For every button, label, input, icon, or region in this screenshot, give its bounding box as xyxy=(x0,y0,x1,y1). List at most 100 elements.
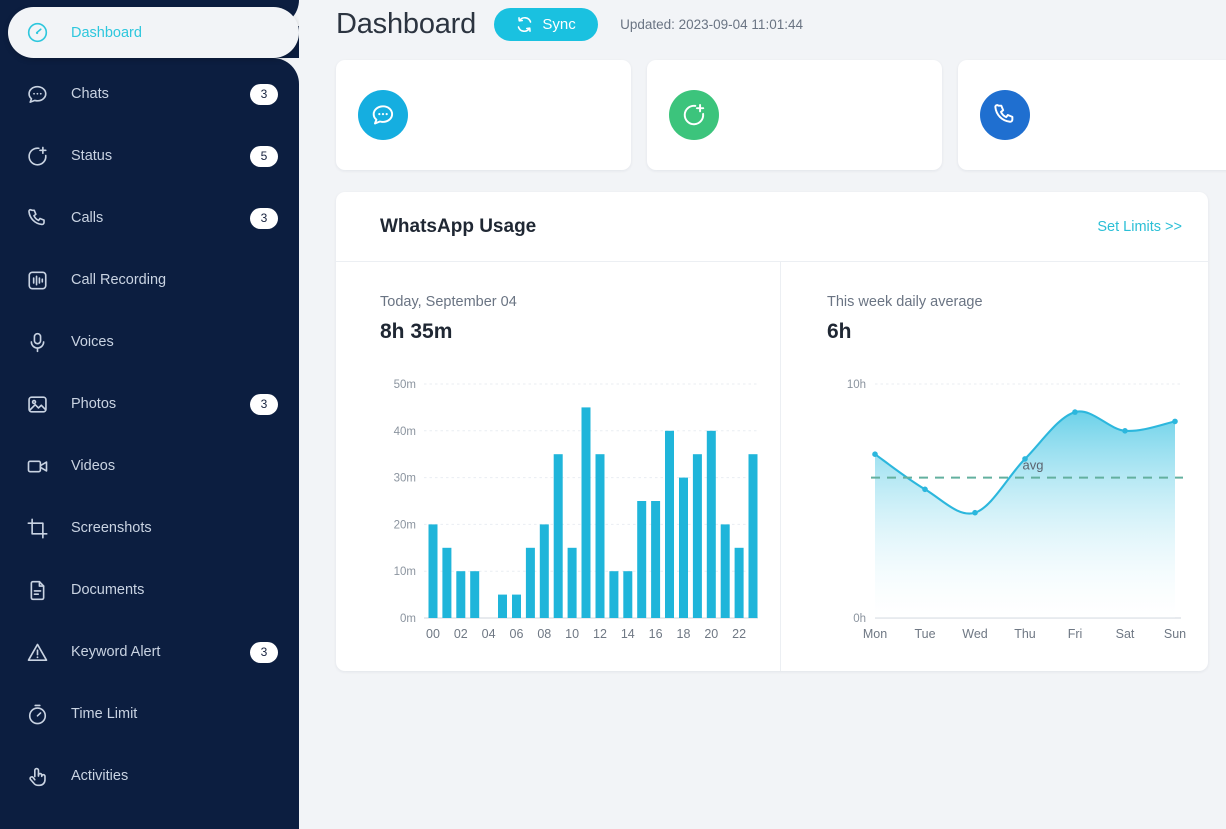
sidebar-item-voices[interactable]: Voices xyxy=(0,311,299,373)
sidebar-item-badge: 3 xyxy=(250,641,278,663)
stat-card-status[interactable] xyxy=(647,60,942,170)
legend-item-calls xyxy=(1097,666,1169,671)
svg-text:10h: 10h xyxy=(847,379,866,391)
sidebar-item-label: Documents xyxy=(71,582,145,598)
svg-text:30m: 30m xyxy=(394,473,416,485)
phone-icon xyxy=(980,90,1030,140)
svg-text:Sat: Sat xyxy=(1116,627,1135,641)
svg-text:10m: 10m xyxy=(394,566,416,578)
svg-text:0m: 0m xyxy=(400,613,416,625)
panel-body: Today, September 04 8h 35m 0m 10m 20m 30m 40… xyxy=(336,262,1208,671)
whatsapp-usage-panel: WhatsApp Usage Set Limits >> Today, Sept… xyxy=(336,192,1208,671)
refresh-icon xyxy=(516,16,533,33)
video-camera-icon xyxy=(24,453,50,479)
sidebar-item-label: Dashboard xyxy=(71,24,142,41)
topbar: Dashboard Sync Updated: 2023-09-04 11:01… xyxy=(336,0,1226,46)
status-plus-icon xyxy=(669,90,719,140)
svg-text:02: 02 xyxy=(454,627,468,641)
sync-button-label: Sync xyxy=(542,15,576,33)
sidebar-item-screenshots[interactable]: Screenshots xyxy=(0,497,299,559)
sidebar: Dashboard Chats 3 Status 5 Calls 3 Call Recordi… xyxy=(0,0,299,829)
status-plus-icon xyxy=(24,143,50,169)
legend-item-chats xyxy=(869,666,941,671)
sidebar-item-label: Call Recording xyxy=(71,272,167,288)
sidebar-item-call-recording[interactable]: Call Recording xyxy=(0,249,299,311)
week-caption: This week daily average xyxy=(827,294,983,310)
svg-text:06: 06 xyxy=(510,627,524,641)
svg-text:08: 08 xyxy=(537,627,551,641)
legend-item-status xyxy=(538,666,610,671)
document-icon xyxy=(24,577,50,603)
phone-icon xyxy=(24,205,50,231)
sidebar-nav: Dashboard Chats 3 Status 5 Calls 3 Call Recordi… xyxy=(0,7,299,807)
updated-timestamp: Updated: 2023-09-04 11:01:44 xyxy=(620,16,803,32)
svg-text:00: 00 xyxy=(426,627,440,641)
sidebar-item-label: Videos xyxy=(71,458,116,474)
svg-text:Tue: Tue xyxy=(914,627,935,641)
week-legend xyxy=(827,666,1198,671)
today-caption: Today, September 04 xyxy=(380,294,517,310)
sidebar-item-badge: 3 xyxy=(250,83,278,105)
svg-text:18: 18 xyxy=(677,627,691,641)
hand-tap-icon xyxy=(24,763,50,789)
today-legend xyxy=(380,666,770,671)
sync-button[interactable]: Sync xyxy=(494,7,599,41)
app-root: Dashboard Chats 3 Status 5 Calls 3 Call Recordi… xyxy=(0,0,1226,829)
week-usage-section: This week daily average 6h 10h 0h avg Mon T… xyxy=(780,262,1208,671)
svg-text:50m: 50m xyxy=(394,379,416,391)
today-bar-chart: 0m 10m 20m 30m 40m 50m 00 02 04 06 08 10 12 14 16 18 20 2… xyxy=(380,370,770,650)
bar-chart-svg: 0m 10m 20m 30m 40m 50m 00 02 04 06 08 10 12 14 16 18 20 2… xyxy=(394,379,758,641)
sidebar-item-status[interactable]: Status 5 xyxy=(0,125,299,187)
gauge-icon xyxy=(24,20,50,46)
sidebar-item-label: Voices xyxy=(71,334,114,350)
sidebar-item-keyword-alert[interactable]: Keyword Alert 3 xyxy=(0,621,299,683)
week-area-chart: 10h 0h avg Mon Tue Wed Thu Fri Sat Sun xyxy=(827,370,1198,650)
svg-text:04: 04 xyxy=(482,627,496,641)
svg-text:20: 20 xyxy=(704,627,718,641)
svg-text:0h: 0h xyxy=(853,613,866,625)
legend-item-calls xyxy=(652,666,724,671)
stat-card-text xyxy=(1047,113,1226,117)
week-average-value: 6h xyxy=(827,320,852,343)
sidebar-item-time-limit[interactable]: Time Limit xyxy=(0,683,299,745)
sidebar-item-dashboard[interactable]: Dashboard xyxy=(8,7,299,58)
stat-card-chats[interactable] xyxy=(336,60,631,170)
today-usage-section: Today, September 04 8h 35m 0m 10m 20m 30m 40… xyxy=(336,262,780,671)
crop-icon xyxy=(24,515,50,541)
svg-text:40m: 40m xyxy=(394,426,416,438)
panel-header: WhatsApp Usage Set Limits >> xyxy=(336,192,1208,262)
sidebar-item-badge: 3 xyxy=(250,207,278,229)
svg-text:Thu: Thu xyxy=(1014,627,1036,641)
area-chart-svg: 10h0h avgMon Tue Wed Thu Fri Sat Sun xyxy=(847,379,1186,641)
chat-bubble-icon xyxy=(358,90,408,140)
svg-text:10: 10 xyxy=(565,627,579,641)
sidebar-item-label: Activities xyxy=(71,768,129,784)
svg-text:14: 14 xyxy=(621,627,635,641)
microphone-icon xyxy=(24,329,50,355)
svg-text:16: 16 xyxy=(649,627,663,641)
sidebar-item-activities[interactable]: Activities xyxy=(0,745,299,807)
set-limits-link[interactable]: Set Limits >> xyxy=(1097,219,1182,235)
svg-text:20m: 20m xyxy=(394,519,416,531)
sidebar-item-label: Screenshots xyxy=(71,520,152,536)
svg-text:22: 22 xyxy=(732,627,746,641)
main-content: Dashboard Sync Updated: 2023-09-04 11:01… xyxy=(299,0,1226,829)
stat-card-text xyxy=(736,113,920,117)
sidebar-item-chats[interactable]: Chats 3 xyxy=(0,63,299,125)
svg-text:12: 12 xyxy=(593,627,607,641)
chat-bubble-icon xyxy=(24,81,50,107)
sidebar-item-videos[interactable]: Videos xyxy=(0,435,299,497)
waveform-icon xyxy=(24,267,50,293)
sidebar-item-photos[interactable]: Photos 3 xyxy=(0,373,299,435)
sidebar-item-label: Time Limit xyxy=(71,706,138,722)
legend-item-chats xyxy=(424,666,496,671)
legend-item-status xyxy=(983,666,1055,671)
warning-icon xyxy=(24,639,50,665)
stat-card-calls[interactable] xyxy=(958,60,1226,170)
today-total-value: 8h 35m xyxy=(380,320,453,343)
svg-text:Mon: Mon xyxy=(863,627,887,641)
sidebar-item-badge: 5 xyxy=(250,145,278,167)
image-icon xyxy=(24,391,50,417)
sidebar-item-calls[interactable]: Calls 3 xyxy=(0,187,299,249)
sidebar-item-documents[interactable]: Documents xyxy=(0,559,299,621)
